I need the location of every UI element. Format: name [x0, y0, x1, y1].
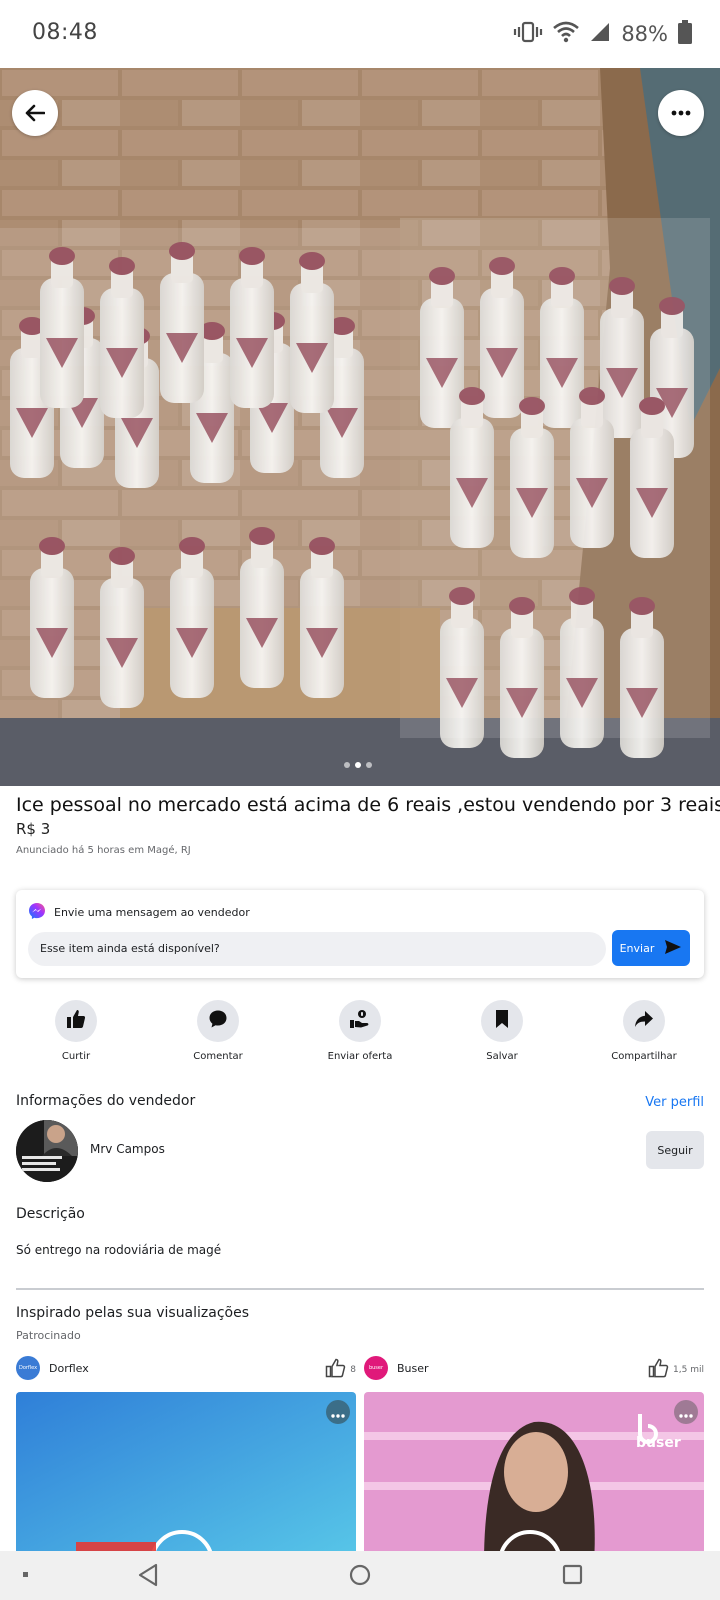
ad-like-count-value: 1,5 mil [673, 1364, 704, 1375]
more-horizontal-icon [331, 1403, 345, 1422]
offer-label: Enviar oferta [327, 1051, 393, 1062]
ad-media-dorflex[interactable] [16, 1392, 356, 1562]
share-action[interactable]: Compartilhar [584, 1000, 704, 1064]
buser-brand-text: buser [636, 1435, 681, 1451]
ad-card-dorflex[interactable]: Dorflex Dorflex 8 [16, 1354, 356, 1562]
message-seller-card: Envie uma mensagem ao vendedor Esse item… [16, 890, 704, 978]
inspired-section-title: Inspirado pelas sua visualizações [16, 1305, 250, 1321]
system-navigation-bar [0, 1551, 720, 1600]
wifi-icon [553, 21, 580, 47]
send-icon [664, 939, 682, 958]
recents-nav-icon[interactable] [562, 1564, 583, 1585]
status-icons: 88% [513, 20, 692, 48]
ad-more-button[interactable] [326, 1400, 350, 1424]
ad-card-buser[interactable]: buser Buser 1,5 mil buser [364, 1354, 704, 1562]
seller-name[interactable]: Mrv Campos [90, 1142, 165, 1156]
back-button[interactable] [12, 90, 58, 136]
pager-dot [366, 762, 372, 768]
thumbs-up-icon [66, 1009, 86, 1033]
ad-like-count[interactable]: 1,5 mil [648, 1358, 704, 1381]
pager-dot [344, 762, 350, 768]
ad-header: Dorflex Dorflex 8 [16, 1354, 356, 1382]
sponsored-label: Patrocinado [16, 1329, 81, 1342]
arrow-left-icon [25, 104, 45, 122]
ad-video-thumbnail [16, 1392, 356, 1562]
listing-title: Ice pessoal no mercado está acima de 6 r… [16, 794, 720, 816]
offer-button[interactable] [339, 1000, 381, 1042]
view-profile-link[interactable]: Ver perfil [645, 1095, 704, 1110]
comment-icon [208, 1009, 228, 1033]
message-input[interactable]: Esse item ainda está disponível? [28, 932, 606, 966]
status-time: 08:48 [32, 20, 98, 45]
ad-more-button[interactable] [674, 1400, 698, 1424]
follow-button[interactable]: Seguir [646, 1131, 704, 1169]
share-label: Compartilhar [611, 1051, 677, 1062]
like-action[interactable]: Curtir [16, 1000, 136, 1064]
share-button[interactable] [623, 1000, 665, 1042]
message-card-title: Envie uma mensagem ao vendedor [54, 906, 250, 919]
more-horizontal-icon [679, 1403, 693, 1422]
ad-advertiser-name[interactable]: Dorflex [49, 1362, 89, 1375]
like-button[interactable] [55, 1000, 97, 1042]
ad-advertiser-name[interactable]: Buser [397, 1362, 429, 1375]
battery-icon [678, 20, 692, 48]
seller-avatar-image [16, 1120, 78, 1182]
home-nav-icon[interactable] [349, 1564, 371, 1586]
bookmark-icon [494, 1009, 510, 1033]
more-horizontal-icon [671, 110, 691, 116]
listing-price: R$ 3 [16, 820, 51, 838]
like-label: Curtir [61, 1051, 91, 1062]
seller-avatar[interactable] [16, 1120, 78, 1182]
listing-photo-illustration [0, 68, 720, 786]
seller-section-title: Informações do vendedor [16, 1093, 196, 1109]
ad-like-count-value: 8 [350, 1364, 356, 1375]
signal-icon [589, 21, 611, 47]
ad-video-thumbnail: buser [364, 1392, 704, 1562]
battery-percent: 88% [621, 22, 668, 46]
ad-media-buser[interactable]: buser [364, 1392, 704, 1562]
nav-indicator [23, 1572, 28, 1577]
share-icon [634, 1010, 654, 1032]
comment-action[interactable]: Comentar [158, 1000, 278, 1064]
photo-pager-dots [344, 762, 372, 768]
send-button[interactable]: Enviar [612, 930, 690, 966]
comment-label: Comentar [193, 1051, 243, 1062]
listing-photo[interactable] [0, 68, 720, 786]
messenger-icon [28, 902, 46, 923]
section-divider [16, 1288, 704, 1290]
offer-icon [349, 1009, 371, 1033]
listing-actions: Curtir Comentar Enviar oferta Salvar Com… [16, 1000, 704, 1064]
listing-posted-info: Anunciado há 5 horas em Magé, RJ [16, 845, 191, 856]
thumbs-up-outline-icon [648, 1358, 670, 1381]
description-text: Só entrego na rodoviária de magé [16, 1243, 222, 1257]
thumbs-up-outline-icon [325, 1358, 347, 1381]
save-action[interactable]: Salvar [442, 1000, 562, 1064]
back-nav-icon[interactable] [138, 1563, 158, 1587]
description-title: Descrição [16, 1206, 85, 1222]
buser-logo: buser [364, 1356, 388, 1380]
send-label: Enviar [619, 941, 655, 955]
offer-action[interactable]: Enviar oferta [300, 1000, 420, 1064]
message-card-header: Envie uma mensagem ao vendedor [28, 902, 250, 923]
ad-like-count[interactable]: 8 [325, 1358, 356, 1381]
comment-button[interactable] [197, 1000, 239, 1042]
status-bar: 08:48 88% [0, 0, 720, 68]
save-label: Salvar [486, 1051, 518, 1062]
dorflex-logo: Dorflex [16, 1356, 40, 1380]
pager-dot-active [355, 762, 361, 768]
save-button[interactable] [481, 1000, 523, 1042]
ad-header: buser Buser 1,5 mil [364, 1354, 704, 1382]
more-options-button[interactable] [658, 90, 704, 136]
vibrate-icon [513, 21, 543, 47]
